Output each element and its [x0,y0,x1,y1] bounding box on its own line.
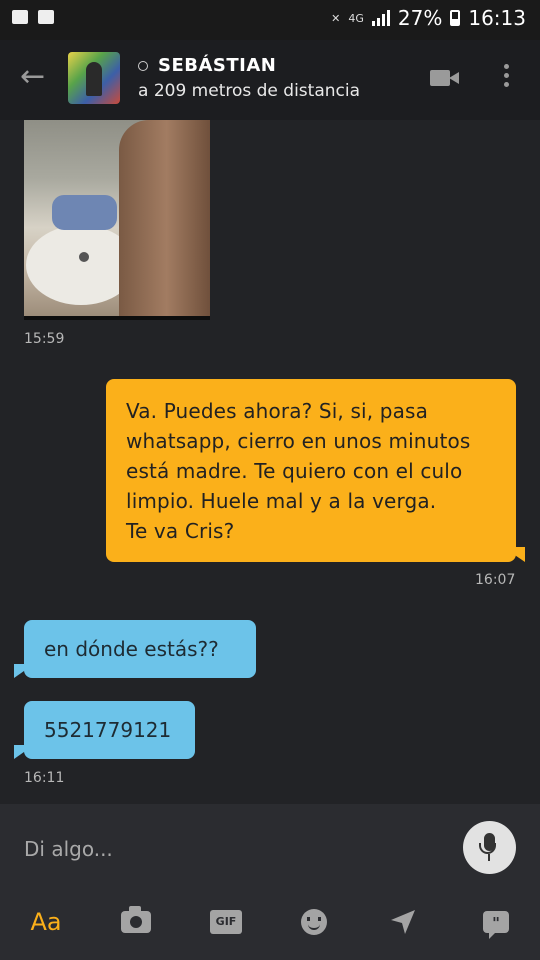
clock: 16:13 [468,6,526,30]
message-time: 16:11 [24,770,65,786]
gif-label: GIF [210,910,242,934]
status-ring-icon [138,61,148,71]
phrases-label: " [483,911,509,939]
network-type: 4G [348,11,364,25]
smiley-icon[interactable] [299,900,329,944]
image-notification-icon [12,10,28,24]
send-location-icon[interactable] [388,900,418,944]
mail-notification-icon [38,10,54,24]
incoming-message[interactable]: en dónde estás?? [24,620,256,678]
more-options-icon[interactable] [498,64,514,94]
battery-percent: 27% [397,6,443,30]
composer-toolbar: Aa GIF " [0,900,540,948]
outgoing-message[interactable]: Va. Puedes ahora? Si, si, pasa whatsapp,… [106,379,516,562]
contact-distance: a 209 metros de distancia [138,81,361,101]
avatar[interactable] [68,52,120,104]
video-call-icon[interactable] [430,68,460,88]
contact-name[interactable]: SEBÁSTIAN [158,55,276,76]
arrow-left-icon[interactable]: ← [20,62,50,92]
incoming-message[interactable]: 5521779121 [24,701,195,759]
mute-icon: ✕ [331,11,341,25]
saved-phrases-icon[interactable]: " [481,900,511,944]
microphone-icon[interactable] [463,821,516,874]
battery-icon [450,10,461,26]
gif-icon[interactable]: GIF [209,900,243,944]
message-time: 15:59 [24,331,65,347]
message-input[interactable]: Di algo... [24,837,113,861]
photo-shadow [24,316,210,320]
bubble-tail [14,745,34,759]
composer-bar: Di algo... Aa GIF " [0,804,540,960]
message-time: 16:07 [475,572,516,588]
chat-header: ← SEBÁSTIAN a 209 metros de distancia [0,40,540,120]
status-bar: ✕ 4G 27% 16:13 [0,0,540,40]
camera-icon[interactable] [119,900,153,944]
signal-icon [371,10,390,26]
bubble-tail [14,664,34,678]
received-photo[interactable] [24,120,210,316]
bubble-tail [503,547,525,562]
text-format-icon[interactable]: Aa [28,900,64,944]
